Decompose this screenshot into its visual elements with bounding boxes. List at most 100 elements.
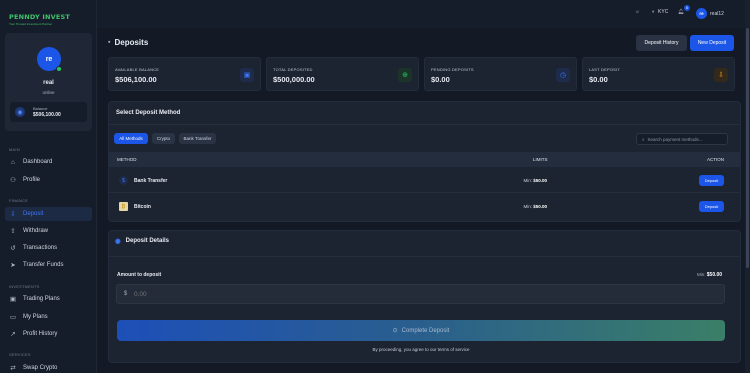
deposit-history-button[interactable]: Deposit History <box>636 35 687 51</box>
sidebar-item-dashboard[interactable]: ⌂ Dashboard <box>5 155 92 169</box>
trend-icon: ↗ <box>10 331 16 338</box>
bank-icon: $ <box>119 176 128 185</box>
search-placeholder: Search payment methods... <box>647 136 703 142</box>
search-input[interactable]: ⌕ Search payment methods... <box>636 133 728 145</box>
terms-notice: By proceeding, you agree to our terms of… <box>372 347 470 352</box>
sidebar-item-profit-history[interactable]: ↗ Profit History <box>5 327 92 341</box>
folder-icon: ▭ <box>9 314 17 321</box>
sun-icon: ☼ <box>635 9 640 15</box>
filter-crypto[interactable]: Crypto <box>152 133 175 144</box>
deposit-button[interactable]: Deposit <box>699 175 724 186</box>
history-icon: ↺ <box>10 245 16 252</box>
check-circle-icon: ⊙ <box>392 328 398 334</box>
sidebar-item-trading-plans[interactable]: ▣ Trading Plans <box>5 292 92 306</box>
stat-label: LAST DEPOSIT <box>589 67 621 72</box>
online-status-dot <box>56 66 62 72</box>
sidebar-item-transfer-funds[interactable]: ➤ Transfer Funds <box>5 258 92 272</box>
deposit-button[interactable]: Deposit <box>699 201 724 212</box>
new-deposit-button[interactable]: New Deposit <box>690 35 734 51</box>
sidebar-item-label: Withdraw <box>23 228 49 234</box>
stat-label: AVAILABLE BALANCE <box>115 67 160 72</box>
stat-label: TOTAL DEPOSITED <box>273 67 313 72</box>
sidebar-item-swap-crypto[interactable]: ⇄ Swap Crypto <box>5 361 92 373</box>
shield-icon: ◐ <box>652 9 656 15</box>
deposit-icon: ⇩ <box>10 211 16 218</box>
stat-value: $506,100.00 <box>115 75 157 84</box>
section-investments: INVESTMENTS <box>9 284 40 289</box>
amount-label: Amount to deposit <box>117 272 162 278</box>
sidebar-item-my-plans[interactable]: ▭ My Plans <box>5 310 92 324</box>
bitcoin-icon: ₿ <box>119 202 128 211</box>
wallet-icon: ▣ <box>240 68 254 82</box>
stat-label: PENDING DEPOSITS <box>431 67 474 72</box>
theme-toggle[interactable]: ☼ <box>635 9 640 15</box>
user-avatar: re <box>696 8 707 19</box>
amount-input[interactable] <box>134 290 334 298</box>
profile-status: online <box>42 90 55 95</box>
wallet-icon: ◉ <box>15 107 25 117</box>
stat-available-balance: AVAILABLE BALANCE $506,100.00 ▣ <box>108 57 261 91</box>
sidebar-item-label: Transactions <box>23 245 58 251</box>
user-menu[interactable]: re real12 <box>696 8 724 19</box>
balance-value: $506,100.00 <box>33 112 61 118</box>
sidebar-item-label: Trading Plans <box>23 296 60 302</box>
filter-all-methods[interactable]: All Methods <box>114 133 148 144</box>
stat-total-deposited: TOTAL DEPOSITED $500,000.00 ⊕ <box>266 57 419 91</box>
column-limits: LIMITS <box>533 157 548 162</box>
sidebar-item-withdraw[interactable]: ⇧ Withdraw <box>5 224 92 238</box>
sidebar-item-label: Deposit <box>23 211 44 217</box>
sidebar: PENNDY INVEST Your Trusted Investment Pa… <box>0 0 97 373</box>
bell-icon: 🔔︎ <box>678 9 685 15</box>
divider <box>109 124 740 125</box>
balance-label: Balance <box>33 106 48 111</box>
arrow-down-circle-icon: ⊕ <box>398 68 412 82</box>
briefcase-icon: ▣ <box>9 296 17 303</box>
sidebar-item-transactions[interactable]: ↺ Transactions <box>5 241 92 255</box>
sidebar-item-label: Swap Crypto <box>23 365 58 371</box>
sidebar-item-profile[interactable]: ⚇ Profile <box>5 173 92 187</box>
method-limit: Min: $50.00 <box>523 178 547 183</box>
brand-tagline: Your Trusted Investment Partner <box>9 22 53 26</box>
complete-deposit-button[interactable]: ⊙ Complete Deposit <box>117 320 725 341</box>
brand-logo[interactable]: PENNDY INVEST <box>9 13 70 21</box>
scrollbar-thumb[interactable] <box>746 28 749 268</box>
section-finance: FINANCE <box>9 198 28 203</box>
search-icon: ⌕ <box>642 136 645 142</box>
table-row: $ Bank Transfer Min: $50.00 Deposit <box>109 168 740 193</box>
method-name: Bank Transfer <box>134 178 168 184</box>
column-method: METHOD <box>117 157 137 162</box>
details-title-text: Deposit Details <box>125 238 170 244</box>
method-name: Bitcoin <box>134 204 151 210</box>
sidebar-item-label: Dashboard <box>23 159 53 165</box>
clock-icon: ◷ <box>556 68 570 82</box>
column-action: ACTION <box>707 157 725 162</box>
divider <box>109 256 740 257</box>
sidebar-item-label: My Plans <box>23 314 48 320</box>
method-limit: Min: $50.00 <box>523 204 547 209</box>
stat-last-deposit: LAST DEPOSIT $0.00 ⇩ <box>582 57 735 91</box>
kyc-label: KYC <box>658 9 669 15</box>
stat-value: $500,000.00 <box>273 75 315 84</box>
profile-name: real <box>43 80 54 86</box>
transfer-icon: ➤ <box>10 262 16 269</box>
page-title: ▪ Deposits <box>108 38 148 47</box>
info-icon: ◉ <box>115 238 121 245</box>
notification-badge: 6 <box>684 5 690 11</box>
section-main: MAIN <box>9 147 20 152</box>
min-amount-label: Min: $50.00 <box>697 272 723 278</box>
sidebar-balance: ◉ Balance $506,100.00 <box>10 102 87 122</box>
sidebar-item-label: Profit History <box>23 331 58 337</box>
sidebar-item-label: Profile <box>23 177 41 183</box>
details-title: ◉ Deposit Details <box>115 237 169 245</box>
stat-value: $0.00 <box>589 75 608 84</box>
user-icon: ⚇ <box>10 177 16 184</box>
filter-bank-transfer[interactable]: Bank Transfer <box>179 133 216 144</box>
kyc-link[interactable]: ◐ KYC <box>652 9 668 15</box>
withdraw-icon: ⇧ <box>10 228 16 235</box>
amount-field[interactable]: $ <box>116 284 725 304</box>
username: real12 <box>710 10 724 17</box>
section-services: SERVICES <box>9 352 31 357</box>
notifications-button[interactable]: 🔔︎ <box>678 9 684 15</box>
profile-card: re real online ◉ Balance $506,100.00 <box>5 33 92 131</box>
sidebar-item-deposit[interactable]: ⇩ Deposit <box>5 207 92 221</box>
